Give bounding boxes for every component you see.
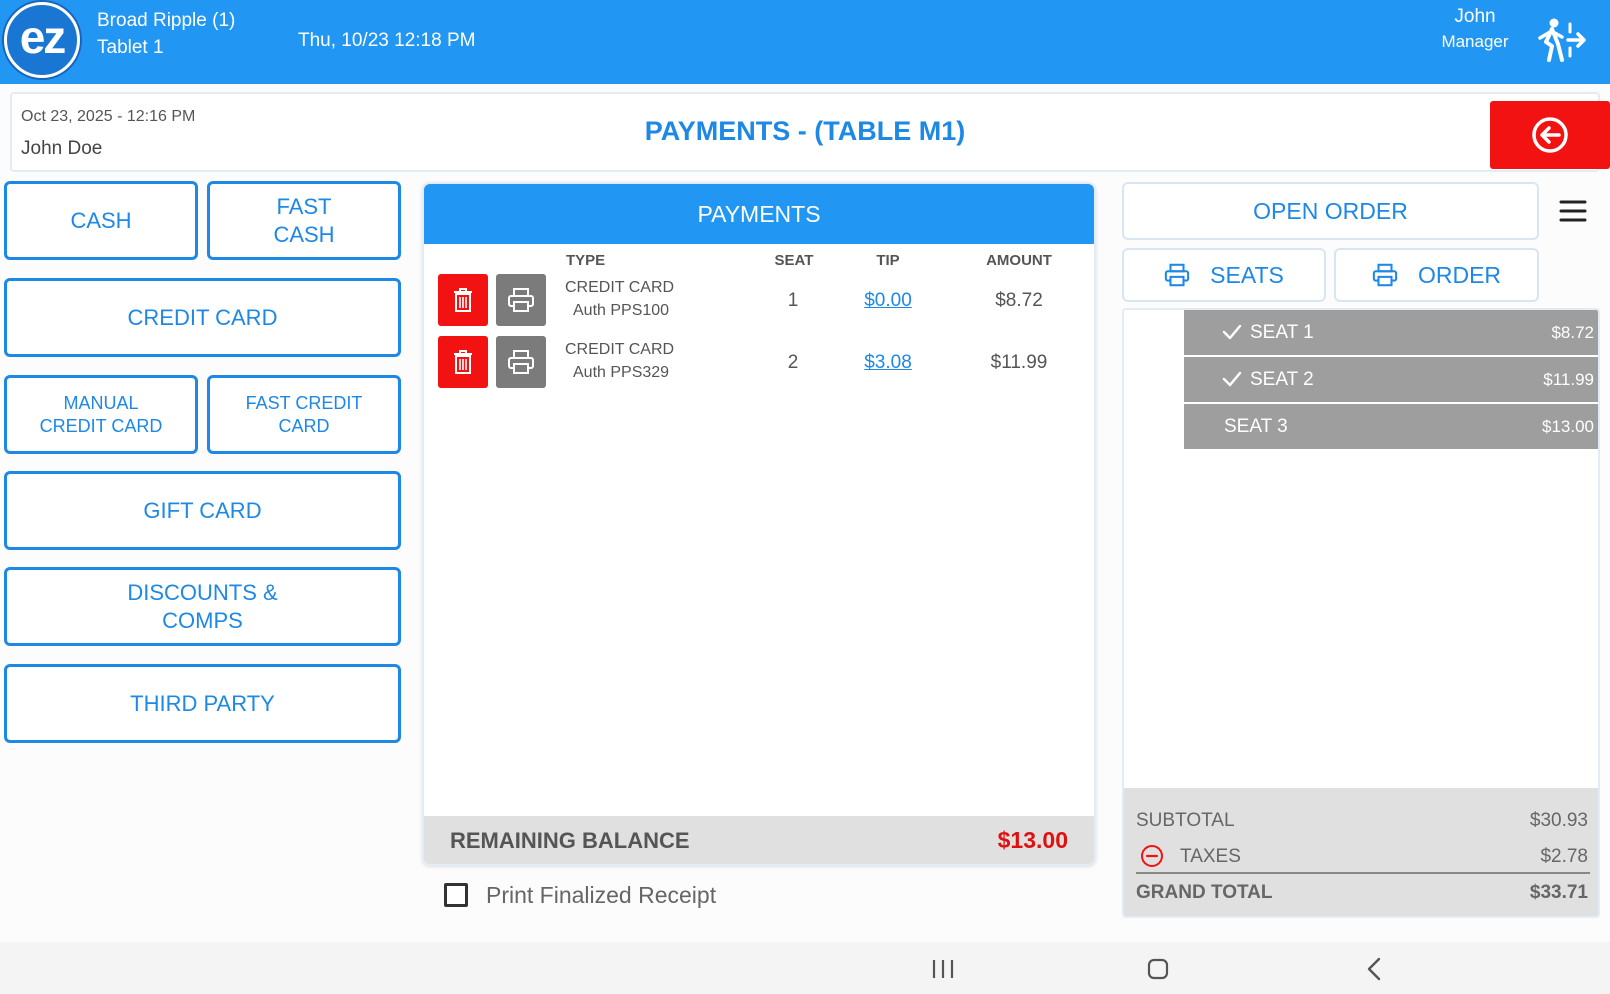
order-totals: SUBTOTAL $30.93 TAXES $2.78 GRAND TOTAL … — [1124, 788, 1598, 916]
grand-total-label: GRAND TOTAL — [1136, 882, 1273, 903]
arrow-left-circle-icon — [1532, 117, 1568, 153]
column-type: TYPE — [566, 252, 606, 269]
trash-icon — [454, 288, 472, 312]
payment-auth: Auth PPS329 — [573, 364, 670, 381]
minus-circle-icon[interactable] — [1140, 844, 1164, 868]
credit-card-button[interactable]: CREDIT CARD — [4, 278, 401, 357]
payment-row: CREDIT CARD Auth PPS100 1 $0.00 $8.72 — [424, 274, 1094, 330]
recent-apps-icon[interactable] — [930, 958, 956, 980]
store-name: Broad Ripple (1) — [97, 10, 236, 31]
payment-row: CREDIT CARD Auth PPS329 2 $3.08 $11.99 — [424, 336, 1094, 392]
print-seats-button[interactable]: SEATS — [1122, 248, 1326, 302]
column-seat: SEAT — [774, 252, 814, 269]
print-receipt-label: Print Finalized Receipt — [486, 881, 717, 908]
seat-amount: $8.72 — [1551, 323, 1594, 342]
fast-credit-card-button[interactable]: FAST CREDIT CARD — [207, 375, 401, 454]
subtotal-label: SUBTOTAL — [1136, 810, 1235, 831]
delete-payment-button[interactable] — [438, 274, 488, 326]
print-payment-button[interactable] — [496, 336, 546, 388]
user-role: Manager — [1441, 32, 1509, 51]
gift-card-button[interactable]: GIFT CARD — [4, 471, 401, 550]
seat-row-3[interactable]: SEAT 3 $13.00 — [1184, 404, 1598, 449]
remaining-balance-value: $13.00 — [997, 827, 1068, 853]
check-icon — [1222, 324, 1242, 340]
delete-payment-button[interactable] — [438, 336, 488, 388]
print-receipt-checkbox[interactable] — [444, 883, 468, 907]
payment-amount: $11.99 — [990, 352, 1048, 373]
print-order-label: ORDER — [1417, 261, 1502, 288]
back-nav-icon[interactable] — [1365, 956, 1383, 982]
system-nav-bar — [0, 942, 1610, 994]
taxes-value: $2.78 — [1540, 846, 1588, 867]
pos-app: ez Broad Ripple (1) Tablet 1 Thu, 10/23 … — [0, 0, 1610, 994]
payment-tip-link[interactable]: $0.00 — [848, 290, 928, 312]
payment-tip-link[interactable]: $3.08 — [848, 352, 928, 374]
printer-icon — [1372, 263, 1398, 287]
grand-total-value: $33.71 — [1529, 882, 1588, 903]
payment-amount: $8.72 — [995, 290, 1043, 311]
cash-button[interactable]: CASH — [4, 181, 198, 260]
payments-panel: PAYMENTS TYPE SEAT TIP AMOUNT CREDIT CAR… — [422, 182, 1096, 866]
printer-icon — [1164, 263, 1190, 287]
top-bar: ez Broad Ripple (1) Tablet 1 Thu, 10/23 … — [0, 0, 1610, 84]
column-tip: TIP — [876, 252, 900, 269]
seat-amount: $11.99 — [1543, 370, 1594, 389]
printer-icon — [508, 288, 534, 312]
logout-icon[interactable] — [1532, 16, 1588, 64]
user-name: John — [1454, 6, 1496, 27]
seat-row-2[interactable]: SEAT 2 $11.99 — [1184, 357, 1598, 402]
open-order-label: OPEN ORDER — [1253, 197, 1408, 224]
payment-seat: 2 — [787, 352, 799, 373]
trash-icon — [454, 350, 472, 374]
order-header: Oct 23, 2025 - 12:16 PM John Doe PAYMENT… — [10, 92, 1610, 172]
seat-row-1[interactable]: SEAT 1 $8.72 — [1184, 310, 1598, 355]
home-icon[interactable] — [1146, 957, 1170, 981]
payment-type: CREDIT CARD — [565, 279, 675, 296]
third-party-button[interactable]: THIRD PARTY — [4, 664, 401, 743]
seat-label: SEAT 1 — [1250, 322, 1314, 343]
page-title: PAYMENTS - (TABLE M1) — [644, 116, 966, 146]
subtotal-value: $30.93 — [1529, 810, 1588, 831]
remaining-balance-label: REMAINING BALANCE — [450, 828, 690, 853]
seat-label: SEAT 3 — [1224, 416, 1288, 437]
fast-cash-button[interactable]: FAST CASH — [207, 181, 401, 260]
printer-icon — [508, 350, 534, 374]
totals-divider — [1136, 872, 1590, 874]
seats-panel: SEAT 1 $8.72 SEAT 2 $11.99 SEAT 3 $13.00… — [1122, 308, 1600, 918]
payment-type: CREDIT CARD — [565, 341, 675, 358]
taxes-label: TAXES — [1180, 846, 1241, 867]
column-amount: AMOUNT — [986, 252, 1052, 269]
discounts-comps-button[interactable]: DISCOUNTS & COMPS — [4, 567, 401, 646]
hamburger-menu-icon[interactable] — [1558, 196, 1588, 226]
print-order-button[interactable]: ORDER — [1334, 248, 1539, 302]
remaining-balance-bar: REMAINING BALANCE $13.00 — [424, 816, 1094, 864]
payments-header: PAYMENTS — [424, 184, 1094, 244]
print-finalized-receipt-toggle[interactable]: Print Finalized Receipt — [444, 880, 716, 910]
print-seats-label: SEATS — [1210, 261, 1284, 288]
payment-seat: 1 — [787, 290, 799, 311]
payment-auth: Auth PPS100 — [573, 302, 670, 319]
open-order-button[interactable]: OPEN ORDER — [1122, 182, 1539, 240]
back-button[interactable] — [1490, 101, 1610, 169]
ez-logo: ez — [4, 2, 80, 78]
print-payment-button[interactable] — [496, 274, 546, 326]
seat-label: SEAT 2 — [1250, 369, 1314, 390]
device-name: Tablet 1 — [97, 37, 164, 58]
current-datetime: Thu, 10/23 12:18 PM — [298, 30, 476, 51]
check-icon — [1222, 371, 1242, 387]
manual-credit-card-button[interactable]: MANUAL CREDIT CARD — [4, 375, 198, 454]
seat-amount: $13.00 — [1542, 417, 1594, 436]
